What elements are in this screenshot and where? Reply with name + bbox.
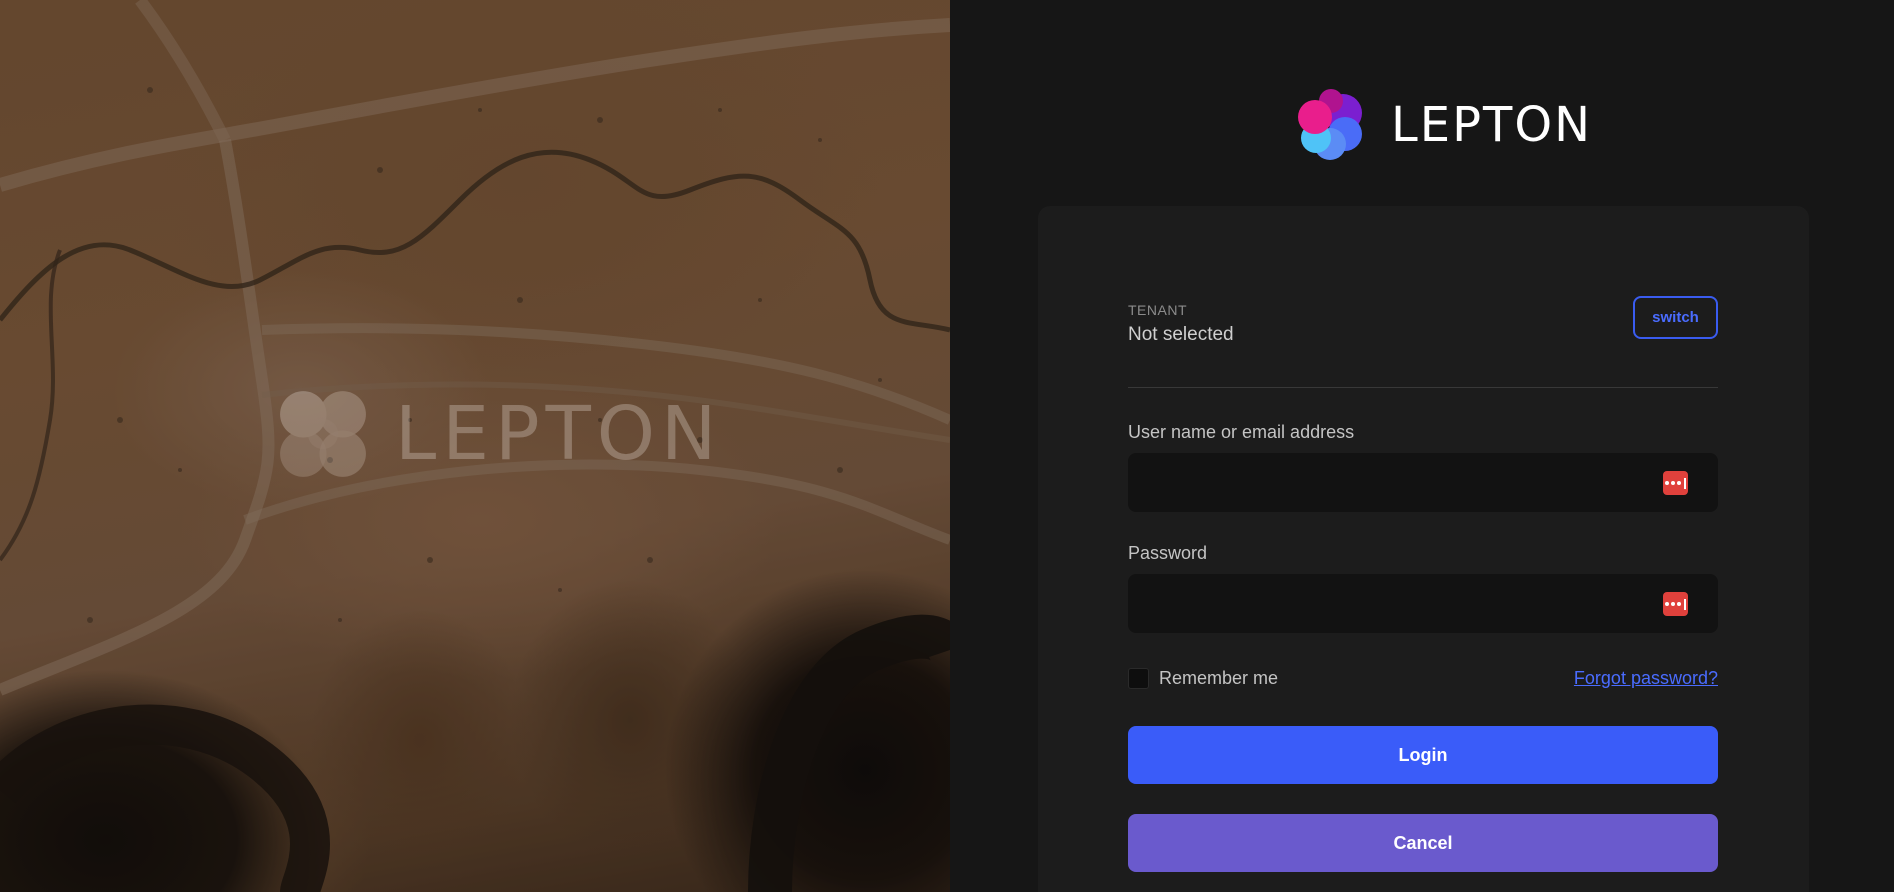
tenant-value: Not selected [1128,324,1234,345]
remember-row: Remember me Forgot password? [1128,663,1718,693]
brand: LEPTON [1295,88,1592,162]
remember-me-checkbox[interactable] [1128,667,1149,689]
hero-image: LEPTON [0,0,950,892]
username-field-wrapper [1128,453,1718,512]
remember-me[interactable]: Remember me [1128,667,1278,689]
username-input[interactable] [1128,453,1718,512]
lepton-logo-icon [1298,89,1362,160]
login-form: TENANT Not selected switch User name or … [1128,296,1718,872]
hero-watermark: LEPTON [265,376,722,492]
login-page: LEPTON LEPTON TENANT Not selected switch [0,0,1894,892]
password-manager-icon[interactable] [1663,471,1688,495]
tenant-label: TENANT [1128,302,1187,318]
switch-tenant-button[interactable]: switch [1633,296,1718,339]
password-field-wrapper [1128,574,1718,633]
watermark-text: LEPTON [395,391,723,477]
username-group: User name or email address [1128,422,1718,512]
login-button[interactable]: Login [1128,726,1718,784]
password-label: Password [1128,543,1208,563]
brand-name: LEPTON [1391,97,1593,153]
login-card: TENANT Not selected switch User name or … [1038,206,1809,892]
password-group: Password [1128,543,1718,633]
forgot-password-link[interactable]: Forgot password? [1574,668,1718,689]
password-input[interactable] [1128,574,1718,633]
password-manager-icon[interactable] [1663,592,1688,616]
cancel-button[interactable]: Cancel [1128,814,1718,872]
login-panel: LEPTON TENANT Not selected switch User n… [950,0,1894,892]
username-label: User name or email address [1128,422,1355,442]
remember-me-label[interactable]: Remember me [1159,668,1278,689]
tenant-section: TENANT Not selected switch [1128,296,1718,388]
watermark-logo-icon [280,391,366,477]
